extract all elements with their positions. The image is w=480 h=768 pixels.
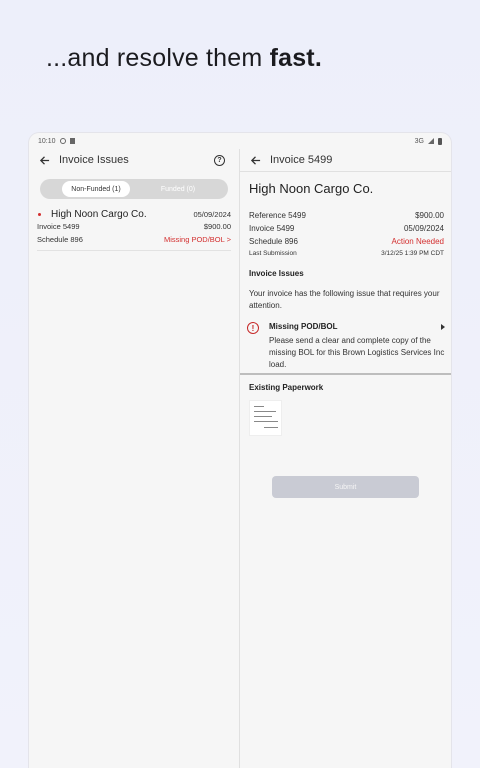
page-title: Invoice Issues xyxy=(59,154,129,166)
tab-funded[interactable]: Funded (0) xyxy=(130,181,226,197)
detail-row: Last Submission 3/12/25 1:39 PM CDT xyxy=(240,250,451,257)
issue-item[interactable]: ! Missing POD/BOL Please send a clear an… xyxy=(247,322,445,371)
issue-title: Missing POD/BOL xyxy=(269,322,338,331)
left-app-bar: Invoice Issues ? xyxy=(29,149,239,171)
detail-row: Schedule 896 Action Needed xyxy=(240,237,451,246)
reference-label: Reference 5499 xyxy=(249,211,306,220)
do-not-disturb-icon xyxy=(59,138,66,144)
invoice-issue-link[interactable]: Missing POD/BOL > xyxy=(164,235,231,244)
headline: ...and resolve them fast. xyxy=(46,44,322,73)
section-divider xyxy=(240,373,451,375)
invoice-company: High Noon Cargo Co. xyxy=(51,209,147,220)
invoice-amount: $900.00 xyxy=(203,222,231,231)
invoice-number: Invoice 5499 xyxy=(37,222,80,231)
invoice-schedule: Schedule 896 xyxy=(37,235,83,244)
network-type: 3G xyxy=(414,137,424,145)
invoice-issues-pane: Invoice Issues ? Non-Funded (1) Funded (… xyxy=(29,149,239,768)
invoice-value: 05/09/2024 xyxy=(403,224,444,233)
unread-dot-icon xyxy=(38,213,41,216)
notification-icon xyxy=(69,138,75,144)
tab-non-funded[interactable]: Non-Funded (1) xyxy=(62,181,130,197)
invoice-detail-pane: Invoice 5499 High Noon Cargo Co. Referen… xyxy=(240,149,451,768)
paperwork-heading: Existing Paperwork xyxy=(249,382,324,392)
expand-arrow-icon[interactable] xyxy=(441,324,445,330)
detail-row: Invoice 5499 05/09/2024 xyxy=(240,224,451,233)
detail-title: Invoice 5499 xyxy=(270,154,333,166)
status-badge: Action Needed xyxy=(391,237,444,246)
last-submission-label: Last Submission xyxy=(249,250,297,257)
tablet-screen: 10:10 3G Invoice Issues ? Non-Funded (1)… xyxy=(29,133,451,768)
status-time: 10:10 xyxy=(38,137,56,145)
invoice-date: 05/09/2024 xyxy=(193,210,231,219)
last-submission-value: 3/12/25 1:39 PM CDT xyxy=(381,250,444,257)
schedule-label: Schedule 896 xyxy=(249,237,298,246)
issues-heading: Invoice Issues xyxy=(249,269,304,278)
invoice-list-item[interactable]: High Noon Cargo Co. 05/09/2024 Invoice 5… xyxy=(37,209,231,251)
invoice-label: Invoice 5499 xyxy=(249,224,295,233)
funding-tabs: Non-Funded (1) Funded (0) xyxy=(40,179,228,199)
detail-row: Reference 5499 $900.00 xyxy=(240,211,451,220)
reference-value: $900.00 xyxy=(415,211,444,220)
back-arrow-icon[interactable] xyxy=(35,151,53,169)
signal-icon xyxy=(428,138,434,144)
right-app-bar: Invoice 5499 xyxy=(240,149,451,172)
help-icon[interactable]: ? xyxy=(214,155,225,166)
headline-emphasis: fast. xyxy=(269,44,322,72)
submit-button[interactable]: Submit xyxy=(272,476,419,498)
alert-icon: ! xyxy=(247,322,259,334)
status-bar: 10:10 3G xyxy=(29,133,451,149)
battery-icon xyxy=(438,137,442,145)
detail-company: High Noon Cargo Co. xyxy=(249,181,374,196)
paperwork-thumbnail[interactable] xyxy=(249,399,282,436)
issues-intro: Your invoice has the following issue tha… xyxy=(249,289,440,310)
back-arrow-icon[interactable] xyxy=(246,151,264,169)
headline-text: ...and resolve them xyxy=(46,44,270,72)
issue-description: Please send a clear and complete copy of… xyxy=(269,336,445,369)
